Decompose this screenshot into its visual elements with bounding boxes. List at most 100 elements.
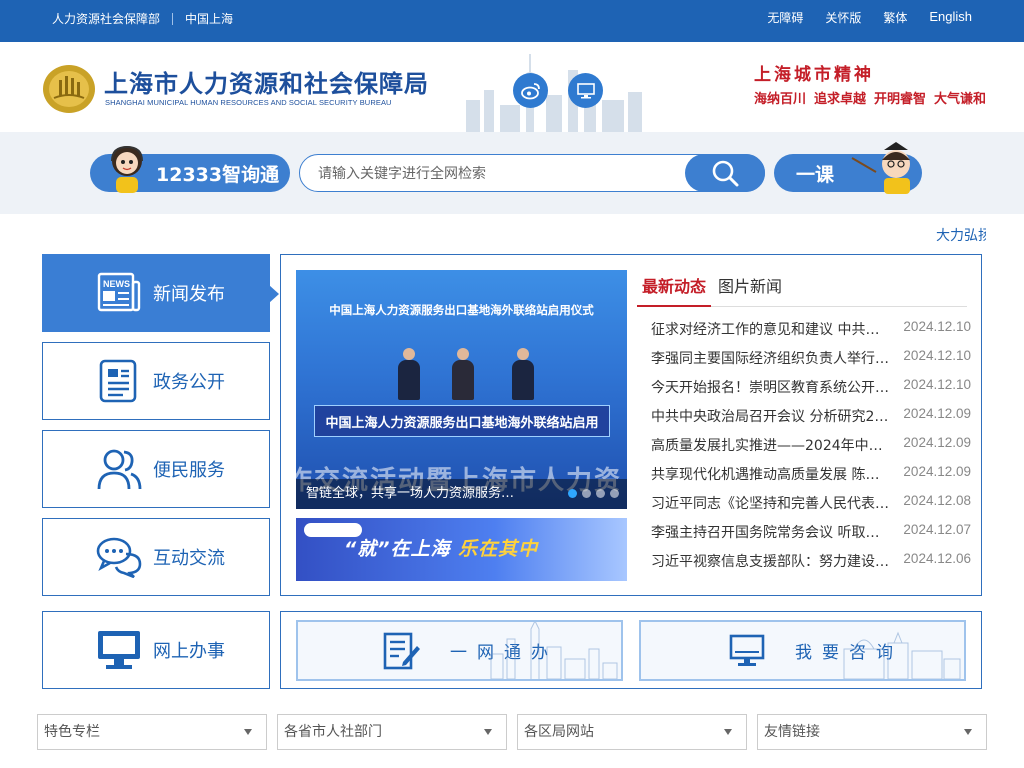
news-date: 2024.12.10: [903, 377, 971, 392]
spirit-word: 开明睿智: [874, 92, 927, 107]
news-item[interactable]: 共享现代化机遇推动高质量发展 陈吉… 2024.12.09: [651, 464, 971, 493]
carousel-board-text: 中国上海人力资源服务出口基地海外联络站启用: [314, 405, 610, 437]
search-icon: [712, 160, 739, 187]
site-header: 上海市人力资源和社会保障局 SHANGHAI MUNICIPAL HUMAN R…: [0, 42, 1024, 132]
provincial-departments-select[interactable]: 各省市人社部门: [277, 714, 507, 750]
select-value: 各省市人社部门: [284, 724, 382, 740]
news-item[interactable]: 习近平视察信息支援部队：努力建设… 2024.12.06: [651, 551, 971, 580]
news-title[interactable]: 李强同主要国际经济组织负责人举行…: [651, 348, 891, 377]
service-panel: 一网通办 我要咨询: [280, 611, 982, 689]
news-item[interactable]: 高质量发展扎实推进——2024年中… 2024.12.09: [651, 435, 971, 464]
news-date: 2024.12.06: [903, 551, 971, 566]
tab-photo-news[interactable]: 图片新闻: [713, 269, 787, 307]
featured-columns-select[interactable]: 特色专栏: [37, 714, 267, 750]
select-value: 特色专栏: [44, 724, 100, 740]
spirit-word: 大气谦和: [934, 92, 987, 107]
news-title[interactable]: 李强主持召开国务院常务会议 听取推…: [651, 522, 891, 551]
chat-icon: [95, 533, 143, 581]
carousel-dot[interactable]: [568, 489, 577, 498]
link-accessibility[interactable]: 无障碍: [767, 9, 803, 26]
news-item[interactable]: 李强同主要国际经济组织负责人举行… 2024.12.10: [651, 348, 971, 377]
users-icon: [95, 445, 143, 493]
district-websites-select[interactable]: 各区局网站: [517, 714, 747, 750]
nav-news-release[interactable]: NEWS 新闻发布: [42, 254, 279, 332]
news-carousel[interactable]: 中国上海人力资源服务出口基地海外联络站启用仪式 中国上海人力资源服务出口基地海外…: [296, 270, 627, 509]
tab-latest-news[interactable]: 最新动态: [637, 269, 712, 307]
one-network-service-button[interactable]: 一网通办: [296, 620, 623, 681]
news-icon: NEWS: [95, 269, 143, 317]
link-care-version[interactable]: 关怀版: [825, 9, 861, 26]
news-title[interactable]: 征求对经济工作的意见和建议 中共中…: [651, 319, 891, 348]
news-date: 2024.12.09: [903, 435, 971, 450]
news-item[interactable]: 中共中央政治局召开会议 分析研究2… 2024.12.09: [651, 406, 971, 435]
city-spirit-title: 上海城市精神: [754, 65, 874, 85]
news-title[interactable]: 习近平同志《论坚持和完善人民代表…: [651, 493, 891, 522]
nav-label: 政务公开: [153, 372, 225, 393]
carousel-dot[interactable]: [610, 489, 619, 498]
news-title[interactable]: 共享现代化机遇推动高质量发展 陈吉…: [651, 464, 891, 493]
news-tabs: 最新动态 图片新闻: [637, 269, 967, 307]
monitor-icon: [95, 626, 143, 674]
news-title[interactable]: 习近平视察信息支援部队：努力建设…: [651, 551, 891, 580]
news-date: 2024.12.07: [903, 522, 971, 537]
carousel-person: [398, 348, 420, 400]
consultation-button[interactable]: 我要咨询: [639, 620, 966, 681]
nav-label: 便民服务: [153, 460, 225, 481]
link-traditional-chinese[interactable]: 繁体: [883, 9, 907, 26]
banner-text-pre: “就”在上海: [344, 538, 451, 560]
news-title[interactable]: 高质量发展扎实推进——2024年中…: [651, 435, 891, 464]
employment-banner[interactable]: “就”在上海 乐在其中: [296, 518, 627, 581]
skyline-decoration: [843, 631, 961, 679]
nav-label: 新闻发布: [153, 284, 225, 305]
news-item[interactable]: 征求对经济工作的意见和建议 中共中… 2024.12.10: [651, 319, 971, 348]
divider: [172, 12, 174, 25]
link-china-shanghai[interactable]: 中国上海: [185, 10, 233, 27]
news-item[interactable]: 习近平同志《论坚持和完善人民代表… 2024.12.08: [651, 493, 971, 522]
nav-label: 互动交流: [153, 548, 225, 569]
carousel-dot[interactable]: [582, 489, 591, 498]
nav-interaction[interactable]: 互动交流: [42, 518, 270, 596]
nav-government-affairs[interactable]: 政务公开: [42, 342, 270, 420]
mobile-site-button[interactable]: [568, 73, 603, 108]
banner-text-highlight: 乐在其中: [458, 538, 539, 560]
carousel-dots: [568, 489, 619, 498]
weibo-button[interactable]: [513, 73, 548, 108]
chevron-down-icon: [484, 729, 492, 735]
search-band: 12333智询通 一课: [0, 132, 1024, 214]
news-item[interactable]: 今天开始报名！崇明区教育系统公开… 2024.12.10: [651, 377, 971, 406]
skyline-decoration: [490, 622, 618, 679]
news-title[interactable]: 中共中央政治局召开会议 分析研究2…: [651, 406, 891, 435]
site-title[interactable]: 上海市人力资源和社会保障局: [104, 64, 429, 99]
carousel-headline: 中国上海人力资源服务出口基地海外联络站启用仪式: [329, 303, 594, 317]
search-button[interactable]: [685, 154, 765, 192]
chevron-down-icon: [964, 729, 972, 735]
friendly-links-select[interactable]: 友情链接: [757, 714, 987, 750]
link-english[interactable]: English: [929, 9, 972, 26]
bureau-emblem-icon[interactable]: [42, 62, 96, 114]
select-value: 友情链接: [764, 724, 820, 740]
news-date: 2024.12.10: [903, 319, 971, 334]
document-icon: [95, 357, 143, 405]
spirit-word: 海纳百川: [754, 92, 807, 107]
search-box: [299, 154, 765, 192]
news-panel: 中国上海人力资源服务出口基地海外联络站启用仪式 中国上海人力资源服务出口基地海外…: [280, 254, 982, 596]
monitor-icon: [727, 631, 767, 671]
carousel-person: [452, 348, 474, 400]
carousel-dot[interactable]: [596, 489, 605, 498]
form-edit-icon: [382, 631, 422, 671]
news-title[interactable]: 今天开始报名！崇明区教育系统公开…: [651, 377, 891, 406]
top-right-links: 无障碍 关怀版 繁体 English: [767, 9, 972, 26]
nav-online-services[interactable]: 网上办事: [42, 611, 270, 689]
city-spirit-words: 海纳百川 追求卓越 开明睿智 大气谦和: [754, 88, 986, 107]
svg-text:NEWS: NEWS: [103, 279, 130, 289]
announcement-marquee[interactable]: 大力弘扬: [936, 225, 986, 245]
news-date: 2024.12.09: [903, 464, 971, 479]
nav-public-service[interactable]: 便民服务: [42, 430, 270, 508]
news-date: 2024.12.09: [903, 406, 971, 421]
news-list: 征求对经济工作的意见和建议 中共中… 2024.12.10 李强同主要国际经济组织…: [651, 319, 971, 580]
news-item[interactable]: 李强主持召开国务院常务会议 听取推… 2024.12.07: [651, 522, 971, 551]
nav-label: 网上办事: [153, 641, 225, 662]
search-input[interactable]: [318, 164, 678, 184]
assistant-avatar-icon: [111, 145, 143, 193]
link-mohrss[interactable]: 人力资源社会保障部: [52, 10, 160, 27]
